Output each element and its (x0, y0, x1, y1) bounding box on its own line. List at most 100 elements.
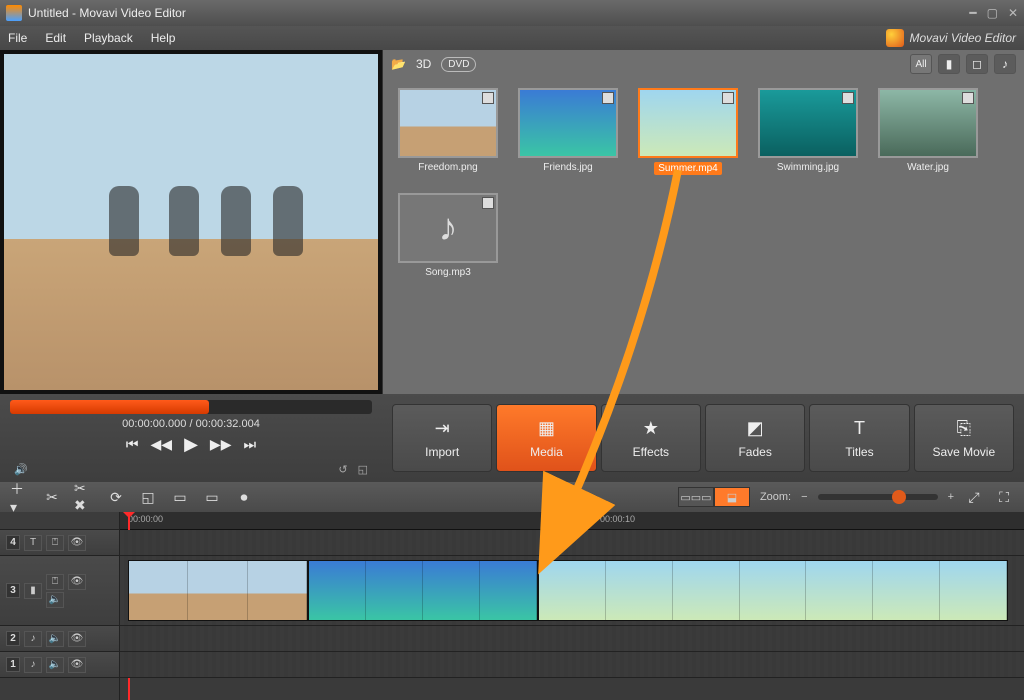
menu-help[interactable]: Help (151, 31, 176, 45)
track-headers: 4 T ⍞ 👁 3 ▮ ⍞👁 🔈 2 ♪ 🔈 👁 1 ♪ 🔈 👁 (0, 512, 120, 700)
media-badge-icon (962, 92, 974, 104)
track-1[interactable] (120, 652, 1024, 678)
folder-icon[interactable]: 📂 (391, 57, 406, 71)
media-item-freedom[interactable]: Freedom.png (397, 88, 499, 175)
media-badge-icon (722, 92, 734, 104)
crop-tool-icon[interactable]: ◱ (138, 488, 158, 506)
titles-icon: T (854, 418, 865, 439)
scissors-icon[interactable]: ✂ (42, 488, 62, 506)
time-ruler[interactable]: 00:00:00 00:00:10 (120, 512, 1024, 530)
view-toggle: ▭▭▭ ⬓ (678, 487, 750, 507)
track-header-2[interactable]: 2 ♪ 🔈 👁 (0, 626, 119, 652)
clip-summer[interactable] (538, 560, 1008, 621)
visibility-icon[interactable]: 👁 (68, 574, 86, 590)
media-item-friends[interactable]: Friends.jpg (517, 88, 619, 175)
visibility-icon[interactable]: 👁 (68, 631, 86, 647)
brand-label: Movavi Video Editor (910, 31, 1017, 45)
tab-media[interactable]: ▦Media (496, 404, 596, 472)
bin-toolbar: 📂 3D DVD All ▮ ◻ ♪ (383, 50, 1024, 78)
audio-track-icon: ♪ (24, 657, 42, 673)
tab-effects[interactable]: ★Effects (601, 404, 701, 472)
rotate-icon[interactable]: ⟳ (106, 488, 126, 506)
brand-icon (886, 29, 904, 47)
timeline-view-icon[interactable]: ⬓ (714, 487, 750, 507)
visibility-icon[interactable]: 👁 (68, 657, 86, 673)
media-badge-icon (842, 92, 854, 104)
dvd-button[interactable]: DVD (441, 57, 476, 72)
threeD-button[interactable]: 3D (416, 57, 431, 71)
text-track-icon: T (24, 535, 42, 551)
import-icon: ⇥ (435, 418, 450, 439)
minimize-icon[interactable]: ━ (969, 6, 976, 20)
clip-friends[interactable] (308, 560, 538, 621)
menu-edit[interactable]: Edit (45, 31, 66, 45)
media-item-water[interactable]: Water.jpg (877, 88, 979, 175)
link-icon[interactable]: ⍞ (46, 535, 64, 551)
tab-titles[interactable]: TTitles (809, 404, 909, 472)
record-icon[interactable]: ⏺ (234, 488, 254, 506)
filter-audio-icon[interactable]: ♪ (994, 54, 1016, 74)
step-forward-icon[interactable]: ▶▶ (210, 436, 232, 453)
preview-canvas[interactable] (4, 54, 378, 390)
preview-panel (0, 50, 382, 394)
main-tabs: ⇥Import ▦Media ★Effects ◩Fades TTitles ⎘… (382, 394, 1024, 482)
play-icon[interactable]: ▶ (184, 434, 198, 455)
filter-image-icon[interactable]: ◻ (966, 54, 988, 74)
track-header-4[interactable]: 4 T ⍞ 👁 (0, 530, 119, 556)
close-icon[interactable]: ✕ (1008, 6, 1018, 20)
save-icon: ⎘ (957, 418, 971, 439)
track-3[interactable]: Freedom.png (0:00:05) Friends.jpg (0:00:… (120, 556, 1024, 626)
goto-start-icon[interactable]: ⏮ (126, 436, 139, 453)
zoom-slider[interactable] (818, 494, 938, 500)
tool-a-icon[interactable]: ▭ (170, 488, 190, 506)
fullscreen-icon[interactable]: ⛶ (994, 488, 1014, 506)
media-item-summer[interactable]: Summer.mp4 (637, 88, 739, 175)
media-label: Water.jpg (907, 162, 949, 173)
goto-end-icon[interactable]: ⏭ (243, 436, 256, 453)
timeline-toolbar: ＋▾ ✂ ✂✖ ⟳ ◱ ▭ ▭ ⏺ ▭▭▭ ⬓ Zoom: − + ⤢ ⛶ (0, 482, 1024, 512)
mute-icon[interactable]: 🔈 (46, 631, 64, 647)
scissors-delete-icon[interactable]: ✂✖ (74, 488, 94, 506)
media-item-swimming[interactable]: Swimming.jpg (757, 88, 859, 175)
tracks-area[interactable]: 00:00:00 00:00:10 Freedom.png (0:00:05) … (120, 512, 1024, 700)
media-badge-icon (482, 92, 494, 104)
filter-video-icon[interactable]: ▮ (938, 54, 960, 74)
step-back-icon[interactable]: ◀◀ (151, 436, 173, 453)
storyboard-view-icon[interactable]: ▭▭▭ (678, 487, 714, 507)
seekbar[interactable] (10, 400, 372, 414)
tool-b-icon[interactable]: ▭ (202, 488, 222, 506)
maximize-icon[interactable]: ▢ (987, 6, 998, 20)
track-4[interactable] (120, 530, 1024, 556)
tab-import[interactable]: ⇥Import (392, 404, 492, 472)
track-header-3[interactable]: 3 ▮ ⍞👁 🔈 (0, 556, 119, 626)
video-track-icon: ▮ (24, 583, 42, 599)
titlebar: Untitled - Movavi Video Editor ━ ▢ ✕ (0, 0, 1024, 26)
menu-file[interactable]: File (8, 31, 27, 45)
undo-icon[interactable]: ↺ (338, 463, 347, 476)
visibility-icon[interactable]: 👁 (68, 535, 86, 551)
menu-playback[interactable]: Playback (84, 31, 133, 45)
thumb-grid: Freedom.png Friends.jpg Summer.mp4 Swimm… (383, 78, 1024, 394)
zoom-plus-icon[interactable]: + (948, 491, 954, 503)
media-label: Freedom.png (418, 162, 477, 173)
media-label: Swimming.jpg (777, 162, 839, 173)
zoom-minus-icon[interactable]: − (801, 491, 807, 503)
clip-freedom[interactable] (128, 560, 308, 621)
link-icon[interactable]: ⍞ (46, 574, 64, 590)
crop-icon[interactable]: ◱ (358, 463, 368, 476)
mute-icon[interactable]: 🔈 (46, 592, 64, 608)
tab-save-movie[interactable]: ⎘Save Movie (914, 404, 1014, 472)
mute-icon[interactable]: 🔈 (46, 657, 64, 673)
media-bin: 📂 3D DVD All ▮ ◻ ♪ Freedom.png Friends.j… (382, 50, 1024, 394)
filter-all[interactable]: All (910, 54, 932, 74)
track-2[interactable] (120, 626, 1024, 652)
tab-fades[interactable]: ◩Fades (705, 404, 805, 472)
audio-track-icon: ♪ (24, 631, 42, 647)
track-header-1[interactable]: 1 ♪ 🔈 👁 (0, 652, 119, 678)
music-note-icon: ♪ (439, 207, 458, 250)
timeline: 4 T ⍞ 👁 3 ▮ ⍞👁 🔈 2 ♪ 🔈 👁 1 ♪ 🔈 👁 (0, 512, 1024, 700)
media-item-song[interactable]: ♪ Song.mp3 (397, 193, 499, 278)
volume-icon[interactable]: 🔊 (14, 463, 28, 476)
add-icon[interactable]: ＋▾ (10, 488, 30, 506)
fit-icon[interactable]: ⤢ (964, 488, 984, 506)
